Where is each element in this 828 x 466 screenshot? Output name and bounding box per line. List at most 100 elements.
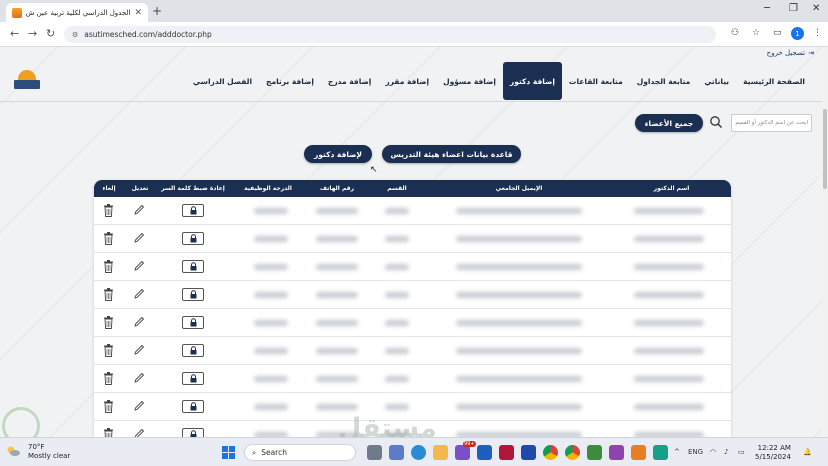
reset-password-button[interactable] — [182, 260, 204, 273]
tray-chevron-icon[interactable]: ^ — [674, 448, 680, 456]
edge-icon[interactable] — [411, 445, 426, 460]
lock-icon — [190, 290, 196, 299]
all-members-button[interactable]: جميع الأعضاء — [635, 114, 703, 132]
email-redacted — [456, 376, 582, 382]
delete-trash-icon[interactable] — [103, 288, 114, 301]
reset-password-button[interactable] — [182, 372, 204, 385]
logout-icon: ⇥ — [808, 49, 814, 57]
phone-redacted — [316, 348, 358, 354]
edit-pencil-icon[interactable] — [133, 260, 145, 272]
back-icon[interactable]: ← — [10, 27, 19, 40]
wifi-icon[interactable]: ◠ — [710, 448, 716, 456]
nav-item-add-course[interactable]: إضافة مقرر — [378, 62, 436, 100]
nav-item-add-program[interactable]: إضافة برنامج — [259, 62, 321, 100]
nav-item-schedules[interactable]: متابعة الجداول — [630, 62, 698, 100]
logout-label: تسجيل خروج — [766, 49, 806, 57]
delete-trash-icon[interactable] — [103, 260, 114, 273]
add-doctor-button[interactable]: لإضافة دكتور — [304, 145, 372, 163]
mcafee-icon[interactable] — [499, 445, 514, 460]
edit-pencil-icon[interactable] — [133, 232, 145, 244]
new-tab-icon[interactable]: + — [152, 4, 162, 18]
department-redacted — [385, 348, 409, 354]
edit-pencil-icon[interactable] — [133, 204, 145, 216]
edit-pencil-icon[interactable] — [133, 372, 145, 384]
scrollbar-thumb[interactable] — [823, 109, 827, 189]
delete-trash-icon[interactable] — [103, 344, 114, 357]
department-redacted — [385, 292, 409, 298]
reload-icon[interactable]: ↻ — [46, 27, 55, 40]
extension-icon[interactable]: ⚇ — [731, 28, 739, 38]
windows-start-icon[interactable] — [222, 446, 235, 459]
app-icon[interactable] — [653, 445, 668, 460]
reset-password-button[interactable] — [182, 232, 204, 245]
table-row — [94, 337, 731, 365]
app-icon[interactable] — [609, 445, 624, 460]
edit-pencil-icon[interactable] — [133, 288, 145, 300]
browser-tab[interactable]: الجدول الدراسي لكلية تربية عين ش... ✕ — [6, 3, 148, 22]
forward-icon[interactable]: → — [28, 27, 37, 40]
mouse-cursor-icon: ↖ — [370, 165, 378, 175]
delete-trash-icon[interactable] — [103, 400, 114, 413]
teams-icon[interactable]: 99+ — [455, 441, 476, 460]
edit-pencil-icon[interactable] — [133, 316, 145, 328]
reset-password-button[interactable] — [182, 344, 204, 357]
chrome-icon[interactable] — [543, 445, 558, 460]
app-icon[interactable] — [587, 445, 602, 460]
language-indicator[interactable]: ENG — [688, 448, 703, 456]
battery-icon[interactable]: ▭ — [738, 448, 745, 456]
edit-pencil-icon[interactable] — [133, 428, 145, 437]
reset-password-button[interactable] — [182, 204, 204, 217]
moon-cloud-icon[interactable] — [6, 446, 20, 456]
job-grade-redacted — [254, 236, 288, 242]
temperature: 70°F — [28, 443, 45, 451]
logout-link[interactable]: تسجيل خروج ⇥ — [767, 49, 814, 57]
reset-password-button[interactable] — [182, 428, 204, 437]
edit-pencil-icon[interactable] — [133, 344, 145, 356]
doctor-name-redacted — [634, 404, 704, 410]
delete-trash-icon[interactable] — [103, 204, 114, 217]
edit-pencil-icon[interactable] — [133, 400, 145, 412]
file-explorer-icon[interactable] — [433, 445, 448, 460]
app-icon[interactable] — [631, 445, 646, 460]
nav-item-my-data[interactable]: بياناتي — [697, 62, 736, 100]
zoom-icon[interactable] — [477, 445, 492, 460]
widgets-icon[interactable] — [389, 445, 404, 460]
delete-trash-icon[interactable] — [103, 372, 114, 385]
header-reset-password: إعادة ضبط كلمة السر — [161, 185, 225, 192]
site-info-icon[interactable]: ⚙ — [72, 31, 78, 39]
nav-item-add-admin[interactable]: إضافة مسؤول — [436, 62, 503, 100]
delete-trash-icon[interactable] — [103, 428, 114, 437]
weather-widget[interactable]: 70°F Mostly clear — [28, 443, 70, 461]
minimize-icon[interactable]: ─ — [764, 3, 770, 14]
windows-taskbar: 70°F Mostly clear ⌕ Search 99+ ^ ENG ◠ ♪… — [0, 437, 828, 466]
nav-item-halls[interactable]: متابعة القاعات — [562, 62, 630, 100]
nav-item-add-doctor[interactable]: إضافة دكتور — [502, 62, 562, 100]
nav-item-add-hall[interactable]: إضافة مدرج — [321, 62, 378, 100]
sidepanel-icon[interactable]: ▭ — [773, 28, 782, 38]
notification-bell-icon[interactable]: 🔔 — [803, 448, 812, 456]
faculty-database-button[interactable]: قاعدة بيانات اعضاء هيئة التدريس — [382, 145, 521, 163]
bookmark-star-icon[interactable]: ☆ — [752, 28, 760, 38]
word-icon[interactable] — [521, 445, 536, 460]
search-icon[interactable] — [709, 115, 723, 129]
nav-item-semester[interactable]: الفصل الدراسي — [186, 62, 259, 100]
page-scrollbar[interactable] — [822, 47, 828, 437]
reset-password-button[interactable] — [182, 400, 204, 413]
search-input[interactable]: ابحث عن اسم الدكتور أو القسم — [731, 114, 812, 132]
close-window-icon[interactable]: ✕ — [812, 3, 820, 14]
nav-item-home[interactable]: الصفحة الرئيسية — [736, 62, 812, 100]
maximize-icon[interactable]: ❐ — [789, 3, 798, 14]
url-field[interactable]: ⚙ asutimesched.com/adddoctor.php — [64, 26, 716, 43]
delete-trash-icon[interactable] — [103, 232, 114, 245]
menu-icon[interactable]: ⋮ — [813, 28, 822, 38]
close-tab-icon[interactable]: ✕ — [134, 8, 142, 18]
taskbar-search[interactable]: ⌕ Search — [244, 444, 356, 461]
profile-avatar[interactable]: 1 — [791, 27, 804, 40]
volume-icon[interactable]: ♪ — [724, 448, 728, 456]
system-clock[interactable]: 12:22 AM 5/15/2024 — [755, 444, 791, 462]
delete-trash-icon[interactable] — [103, 316, 114, 329]
chrome-active-icon[interactable] — [565, 445, 580, 460]
reset-password-button[interactable] — [182, 288, 204, 301]
reset-password-button[interactable] — [182, 316, 204, 329]
task-view-icon[interactable] — [367, 445, 382, 460]
